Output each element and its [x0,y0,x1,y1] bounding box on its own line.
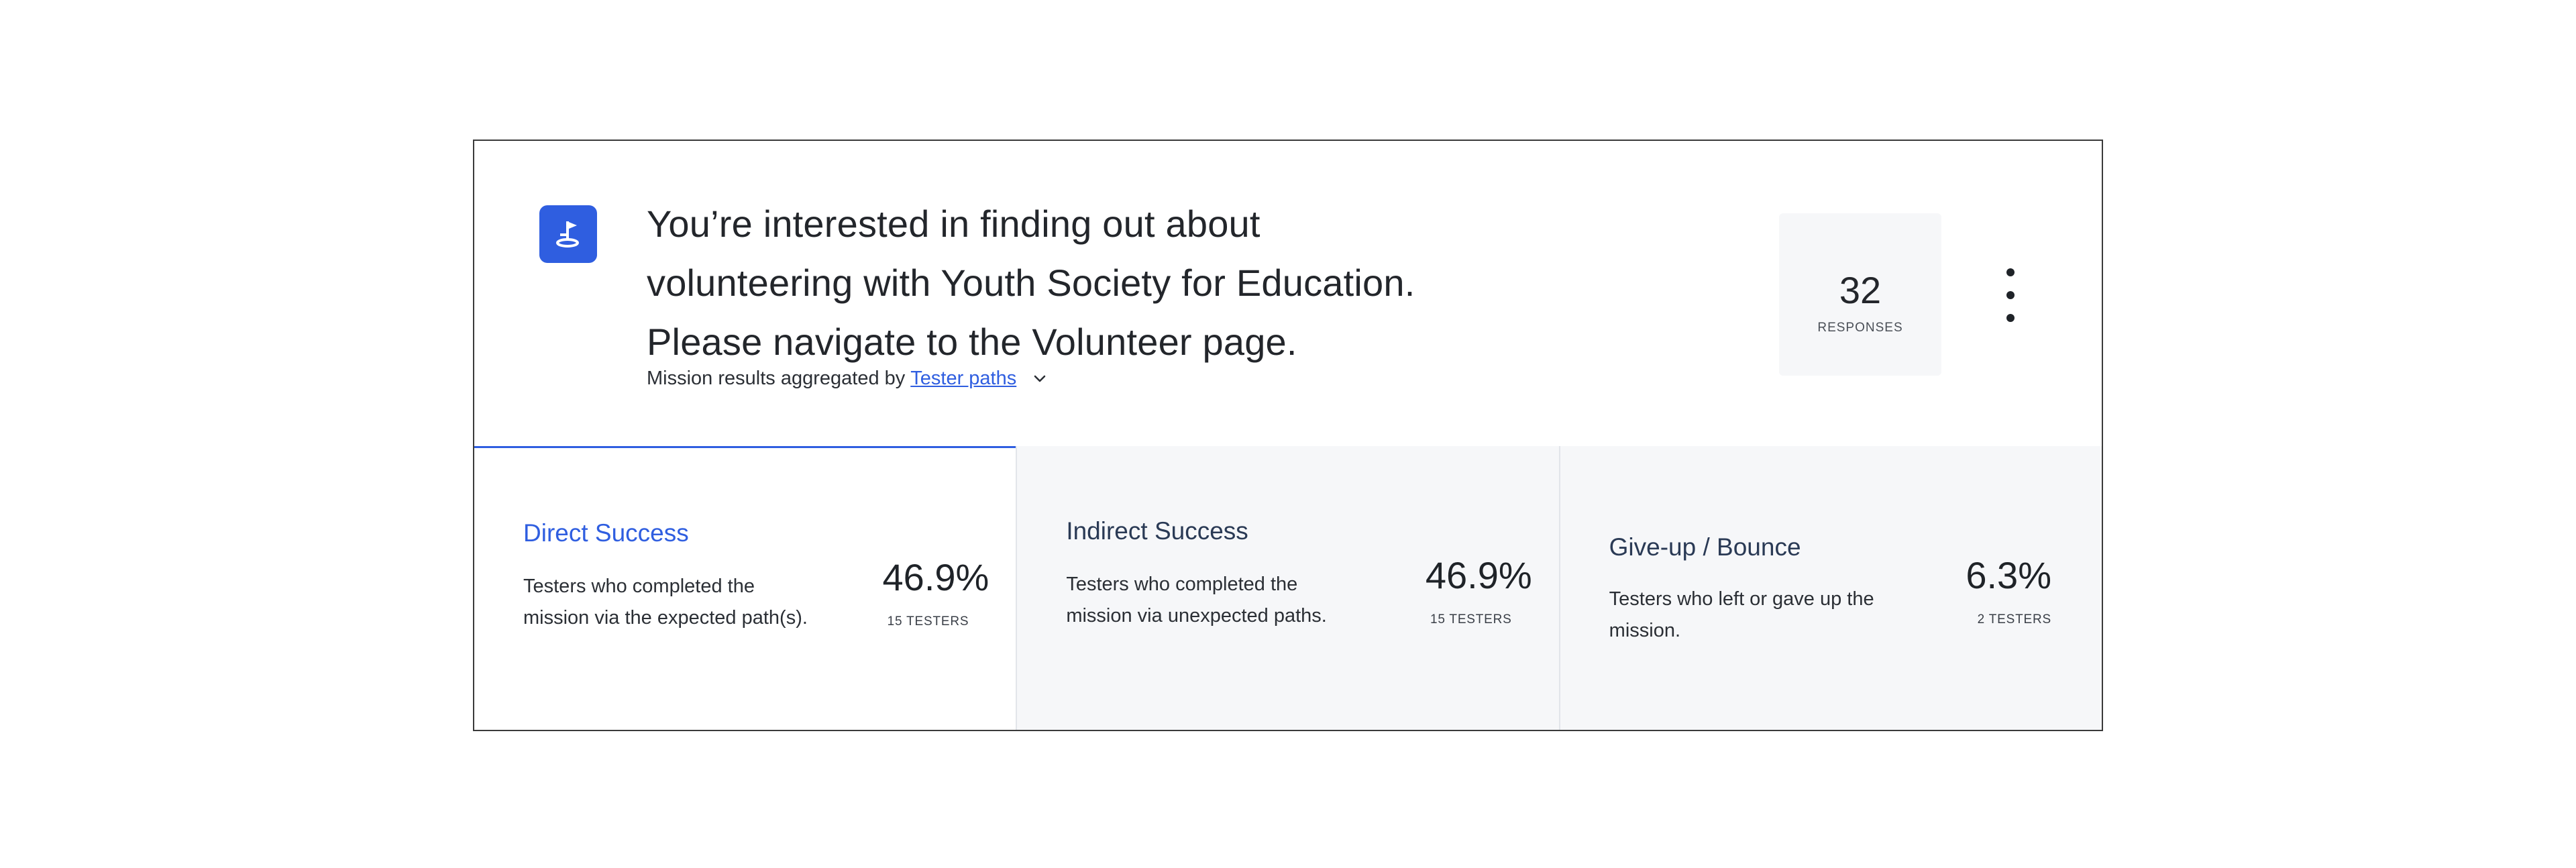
stat-testers: 15 TESTERS [1430,612,1512,627]
stat-description: Testers who completed the mission via un… [1066,574,1327,627]
mission-results-card: You’re interested in finding out about v… [473,140,2103,731]
mission-header: You’re interested in finding out about v… [474,141,2102,446]
stat-direct-success[interactable]: Direct Success Testers who completed the… [474,446,1016,730]
stat-percent: 6.3% [1966,554,2051,596]
stat-testers: 2 TESTERS [1977,612,2051,627]
stat-percent: 46.9% [882,556,989,598]
more-vertical-icon[interactable] [1997,268,2024,322]
stat-give-up-bounce[interactable]: Give-up / Bounce Testers who left or gav… [1558,446,2102,730]
responses-count: 32 [1839,269,1882,311]
mission-prompt-line: volunteering with Youth Society for Educ… [647,262,1415,304]
responses-label: RESPONSES [1817,321,1903,335]
chevron-down-icon[interactable] [1031,370,1049,388]
mission-prompt-line: You’re interested in finding out about [647,203,1260,245]
stat-title: Give-up / Bounce [1609,533,1801,561]
flag-on-pin-icon [539,205,597,263]
stat-percent: 46.9% [1425,554,1532,596]
results-breakdown: Direct Success Testers who completed the… [474,446,2102,730]
stat-description: Testers who completed the mission via th… [523,576,808,629]
aggregation-selector: Mission results aggregated by Tester pat… [647,368,1049,390]
stat-title: Indirect Success [1066,517,1248,545]
aggregation-link[interactable]: Tester paths [910,368,1016,390]
stat-title: Direct Success [523,519,689,547]
mission-prompt: You’re interested in finding out about v… [647,195,1572,372]
stat-indirect-success[interactable]: Indirect Success Testers who completed t… [1016,446,1559,730]
responses-count-box: 32 RESPONSES [1779,213,1941,376]
stat-testers: 15 TESTERS [887,614,969,629]
mission-prompt-line: Please navigate to the Volunteer page. [647,321,1297,363]
stat-description: Testers who left or gave up the mission. [1609,588,1874,641]
aggregation-label: Mission results aggregated by [647,368,906,389]
